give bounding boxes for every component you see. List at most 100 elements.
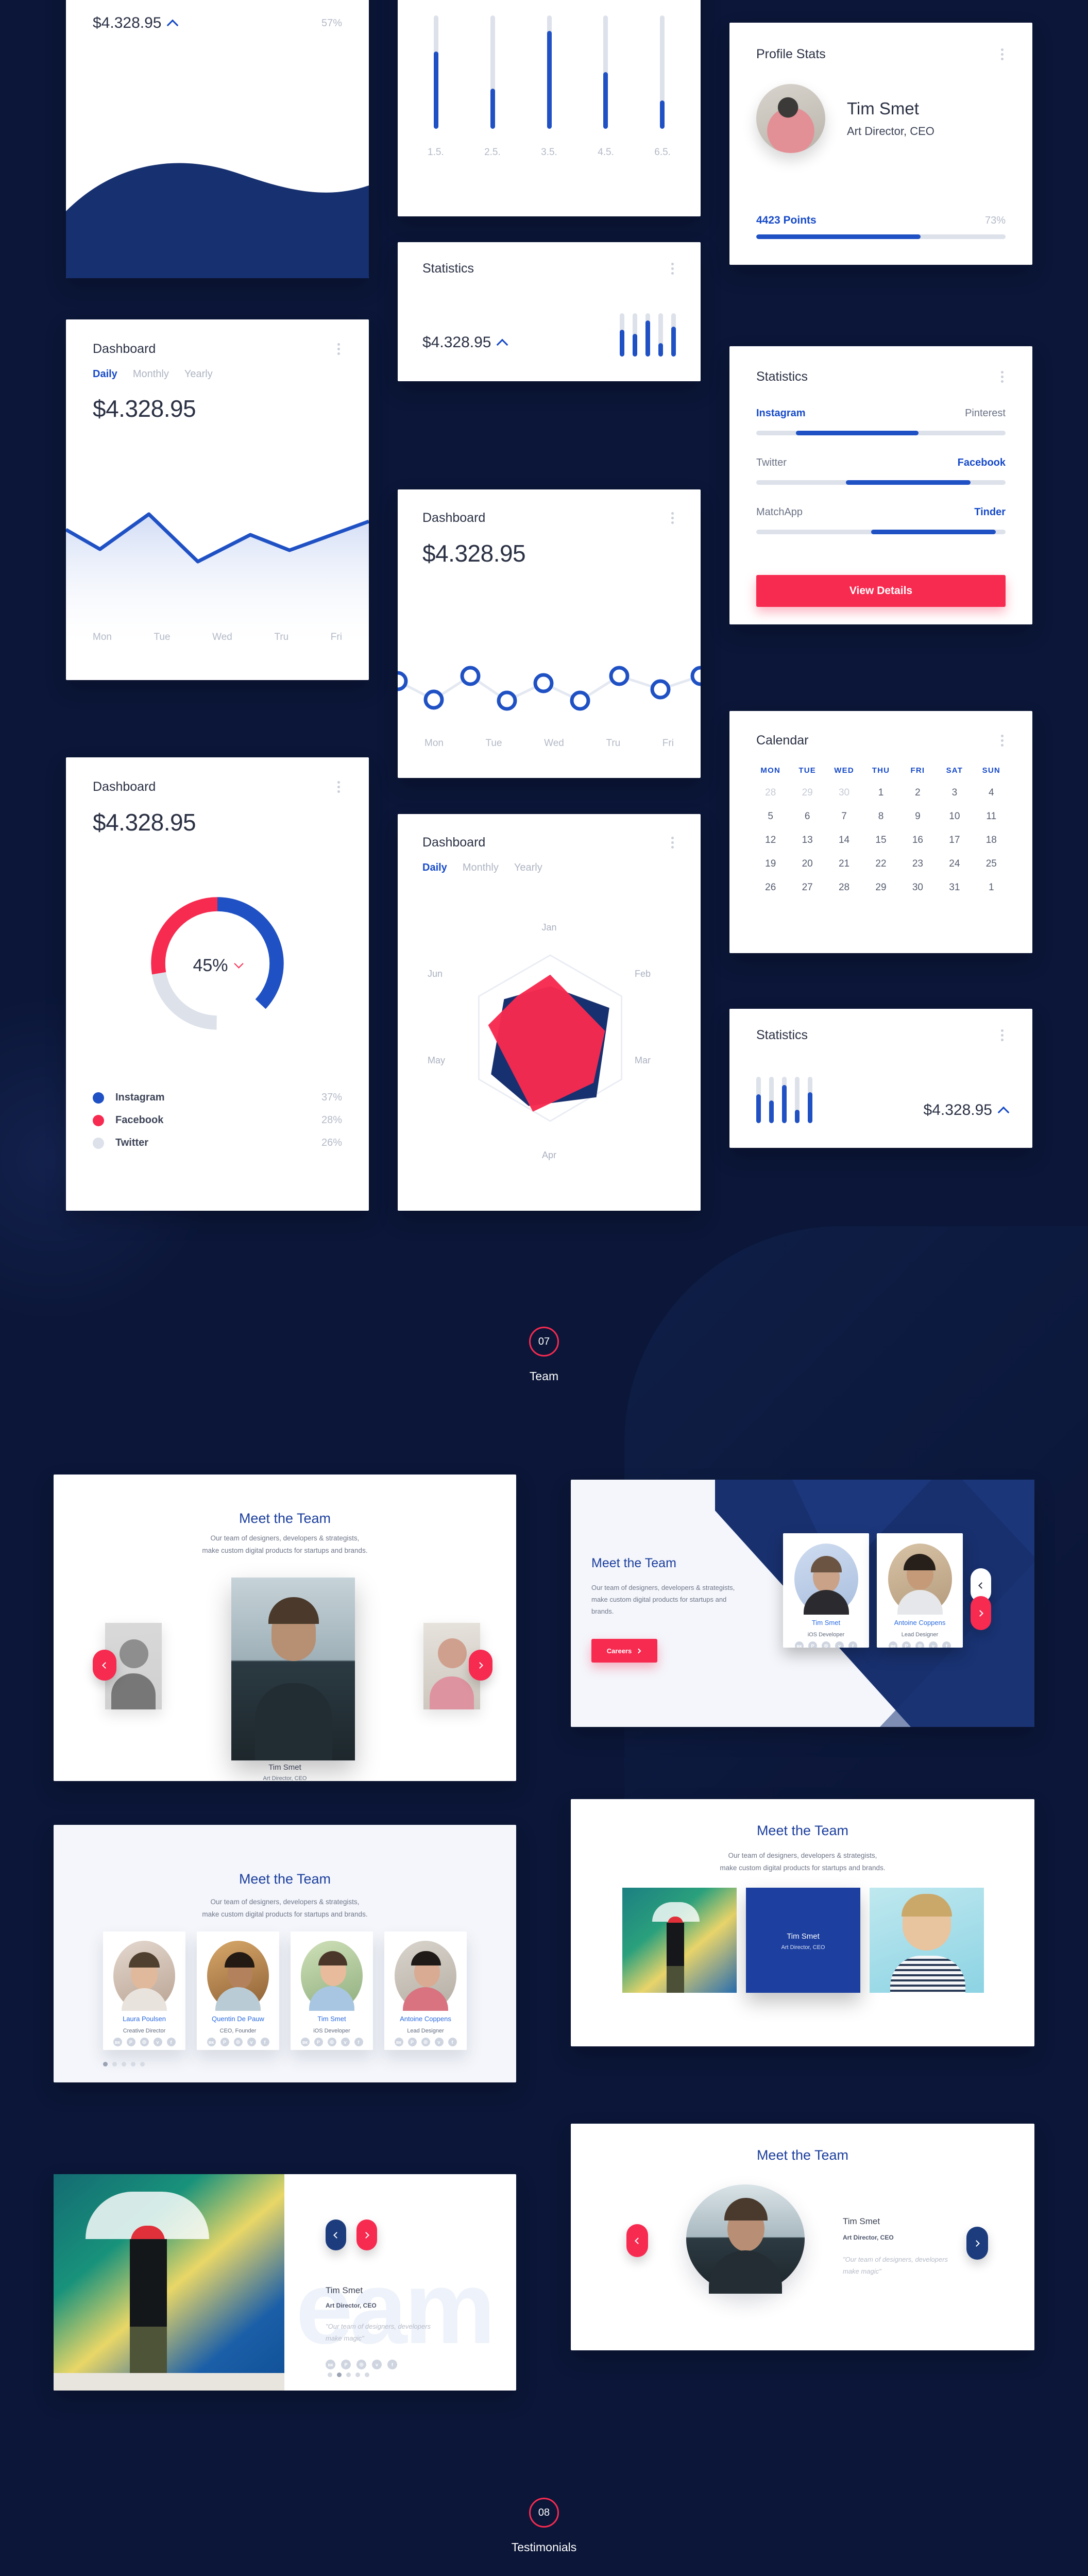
caret-down-icon[interactable] (233, 959, 244, 969)
facebook-icon[interactable]: f (354, 2038, 363, 2046)
instagram-icon[interactable]: ◎ (327, 2038, 336, 2046)
calendar-day[interactable]: 28 (826, 876, 862, 900)
vk-icon[interactable]: вк (889, 1641, 897, 1648)
calendar-day[interactable]: 1 (862, 781, 899, 805)
more-options-icon[interactable] (669, 835, 676, 851)
pinterest-icon[interactable]: P (220, 2038, 229, 2046)
calendar-day[interactable]: 30 (826, 781, 862, 805)
team-member-card[interactable]: Tim Smet iOS Developer вк P ◎ ᴠ f (783, 1533, 869, 1648)
team-photo-left[interactable] (622, 1888, 737, 1993)
view-details-button[interactable]: View Details (756, 575, 1006, 607)
pinterest-icon[interactable]: P (314, 2038, 323, 2046)
carousel-next-button[interactable] (971, 1596, 991, 1630)
carousel-next-button[interactable] (356, 2219, 377, 2250)
calendar-day[interactable]: 5 (752, 805, 789, 828)
instagram-icon[interactable]: ◎ (356, 2360, 366, 2369)
vk-icon[interactable]: вк (113, 2038, 122, 2046)
calendar-day[interactable]: 23 (899, 852, 936, 876)
twitter-icon[interactable]: ᴠ (341, 2038, 350, 2046)
carousel-dot[interactable] (346, 2372, 351, 2377)
calendar-day[interactable]: 10 (936, 805, 973, 828)
carousel-dot[interactable] (122, 2062, 126, 2066)
pinterest-icon[interactable]: P (126, 2038, 135, 2046)
carousel-dot[interactable] (112, 2062, 117, 2066)
instagram-icon[interactable]: ◎ (233, 2038, 243, 2046)
vk-icon[interactable]: вк (207, 2038, 216, 2046)
team-member-card[interactable]: Tim Smet iOS Developer вк P ◎ ᴠ f (291, 1931, 373, 2050)
facebook-icon[interactable]: f (848, 1641, 857, 1648)
facebook-icon[interactable]: f (166, 2038, 176, 2046)
tab-yearly[interactable]: Yearly (184, 368, 213, 380)
calendar-day[interactable]: 16 (899, 828, 936, 852)
more-options-icon[interactable] (999, 733, 1006, 749)
team-member-card[interactable]: Laura Poulsen Creative Director вк P ◎ ᴠ… (103, 1931, 185, 2050)
vk-icon[interactable]: вк (795, 1641, 804, 1648)
carousel-dot[interactable] (328, 2372, 332, 2377)
tab-daily[interactable]: Daily (422, 862, 447, 874)
vk-icon[interactable]: вк (300, 2038, 310, 2046)
team-photo-right[interactable] (870, 1888, 984, 1993)
more-options-icon[interactable] (669, 261, 676, 277)
facebook-icon[interactable]: f (942, 1641, 951, 1648)
instagram-icon[interactable]: ◎ (915, 1641, 924, 1648)
calendar-day[interactable]: 6 (789, 805, 825, 828)
pinterest-icon[interactable]: P (407, 2038, 417, 2046)
more-options-icon[interactable] (335, 779, 342, 795)
carousel-dot[interactable] (131, 2062, 135, 2066)
carousel-prev-button[interactable] (326, 2219, 346, 2250)
facebook-icon[interactable]: f (387, 2360, 397, 2369)
more-options-icon[interactable] (669, 510, 676, 526)
stat-range-bar[interactable] (756, 431, 1006, 435)
calendar-day[interactable]: 27 (789, 876, 825, 900)
calendar-day[interactable]: 18 (973, 828, 1010, 852)
twitter-icon[interactable]: ᴠ (929, 1641, 938, 1648)
calendar-day[interactable]: 12 (752, 828, 789, 852)
tab-daily[interactable]: Daily (93, 368, 117, 380)
more-options-icon[interactable] (999, 1027, 1006, 1043)
stat-range-bar[interactable] (756, 530, 1006, 534)
pinterest-icon[interactable]: P (808, 1641, 817, 1648)
more-options-icon[interactable] (999, 369, 1006, 385)
carousel-dot[interactable] (103, 2062, 108, 2066)
calendar-day[interactable]: 1 (973, 876, 1010, 900)
calendar-day[interactable]: 9 (899, 805, 936, 828)
calendar-day[interactable]: 11 (973, 805, 1010, 828)
carousel-dot[interactable] (365, 2372, 369, 2377)
pinterest-icon[interactable]: P (341, 2360, 351, 2369)
team-member-card[interactable]: Antoine Coppens Lead Designer вк P ◎ ᴠ f (877, 1533, 963, 1648)
calendar-day[interactable]: 30 (899, 876, 936, 900)
team-member-card[interactable]: Quentin De Pauw CEO, Founder вк P ◎ ᴠ f (197, 1931, 279, 2050)
calendar-day[interactable]: 22 (862, 852, 899, 876)
carousel-next-button[interactable] (469, 1650, 492, 1681)
calendar-day[interactable]: 26 (752, 876, 789, 900)
calendar-day[interactable]: 13 (789, 828, 825, 852)
carousel-dot[interactable] (355, 2372, 360, 2377)
instagram-icon[interactable]: ◎ (421, 2038, 430, 2046)
calendar-day[interactable]: 29 (789, 781, 825, 805)
calendar-day[interactable]: 28 (752, 781, 789, 805)
calendar-day[interactable]: 14 (826, 828, 862, 852)
tab-yearly[interactable]: Yearly (514, 862, 542, 874)
more-options-icon[interactable] (335, 341, 342, 357)
careers-button[interactable]: Careers (591, 1639, 657, 1663)
calendar-day[interactable]: 4 (973, 781, 1010, 805)
calendar-day[interactable]: 19 (752, 852, 789, 876)
facebook-icon[interactable]: f (448, 2038, 457, 2046)
vk-icon[interactable]: вк (326, 2360, 335, 2369)
calendar-day[interactable]: 31 (936, 876, 973, 900)
carousel-prev-button[interactable] (626, 2224, 648, 2257)
vk-icon[interactable]: вк (394, 2038, 403, 2046)
facebook-icon[interactable]: f (260, 2038, 269, 2046)
carousel-dot[interactable] (337, 2372, 342, 2377)
calendar-day[interactable]: 20 (789, 852, 825, 876)
more-options-icon[interactable] (999, 46, 1006, 62)
calendar-day[interactable]: 24 (936, 852, 973, 876)
twitter-icon[interactable]: ᴠ (153, 2038, 162, 2046)
carousel-dot[interactable] (140, 2062, 145, 2066)
team-member-card[interactable]: Antoine Coppens Lead Designer вк P ◎ ᴠ f (384, 1931, 467, 2050)
twitter-icon[interactable]: ᴠ (434, 2038, 444, 2046)
calendar-day[interactable]: 15 (862, 828, 899, 852)
instagram-icon[interactable]: ◎ (140, 2038, 149, 2046)
team-photo-center[interactable]: Tim Smet Art Director, CEO (746, 1888, 860, 1993)
tab-monthly[interactable]: Monthly (133, 368, 169, 380)
